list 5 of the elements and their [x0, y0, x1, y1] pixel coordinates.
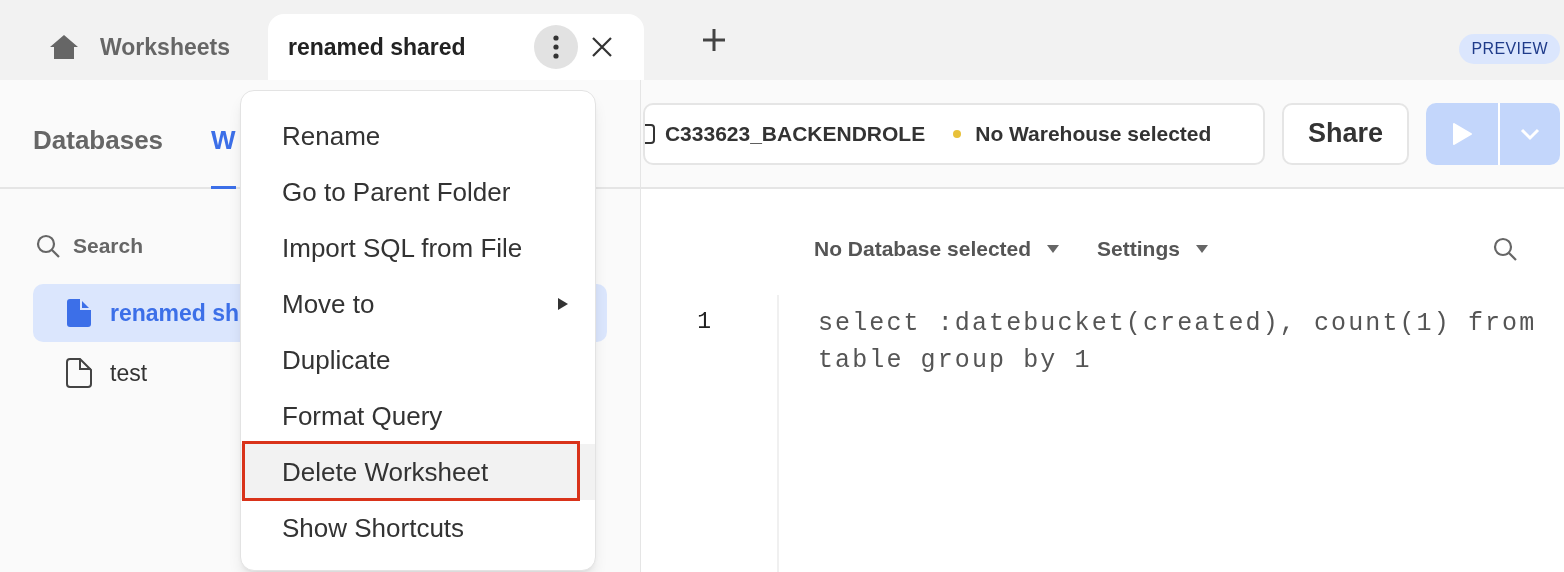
line-number: 1: [697, 308, 711, 335]
warehouse-label: No Warehouse selected: [975, 120, 1212, 147]
preview-badge: PREVIEW: [1459, 34, 1560, 64]
code-text: select :datebucket(created), count(1) from table group by 1: [818, 308, 1538, 375]
role-label: C333623_BACKENDROLE: [664, 120, 926, 147]
